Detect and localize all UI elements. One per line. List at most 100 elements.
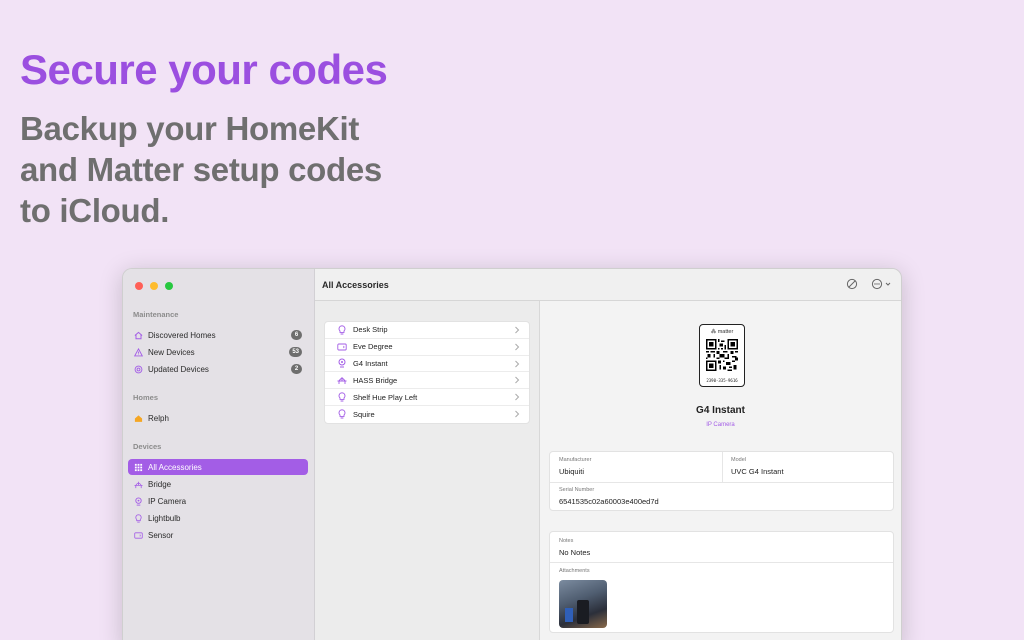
matter-logo-icon: ⁂ [710,329,718,335]
hero-title: Secure your codes [20,46,388,93]
divider [550,562,893,563]
sidebar-item-label: Updated Devices [148,364,209,374]
serial-number-value[interactable]: 6541535c02a60003e400ed7d [559,497,659,506]
count-badge: 2 [291,364,302,374]
notes-label: Notes [559,538,574,544]
device-info-card: Manufacturer Ubiquiti Model UVC G4 Insta… [549,451,894,511]
chevron-right-icon [515,326,520,334]
sidebar-item-label: Sensor [148,530,174,540]
sidebar-item-updated-devices[interactable]: Updated Devices 2 [128,361,308,377]
sensor-icon [134,531,143,540]
toolbar: All Accessories [315,269,901,301]
hero-subtitle-line: to iCloud. [20,192,170,229]
list-item-shelf-hue-play-left[interactable]: Shelf Hue Play Left [325,389,529,406]
lightbulb-icon [337,325,347,335]
list-item-hass-bridge[interactable]: HASS Bridge [325,372,529,390]
sidebar-item-new-devices[interactable]: New Devices 53 [128,344,308,360]
camera-icon [134,496,143,506]
sidebar-item-label: Lightbulb [148,513,181,523]
chevron-right-icon [515,343,520,351]
more-icon [871,278,891,290]
chevron-right-icon [515,393,520,401]
section-header-devices: Devices [133,442,162,451]
divider [550,482,893,483]
notes-value[interactable]: No Notes [559,548,590,557]
sidebar-item-relph[interactable]: Relph [128,410,308,426]
list-item-g4-instant[interactable]: G4 Instant [325,356,529,373]
hero-subtitle-line: Backup your HomeKit [20,110,360,147]
sidebar-item-ip-camera[interactable]: IP Camera [128,493,308,509]
model-value[interactable]: UVC G4 Instant [731,467,784,476]
sidebar-item-sensor[interactable]: Sensor [128,527,308,543]
grid-icon [134,463,143,472]
sidebar-item-discovered-homes[interactable]: Discovered Homes 6 [128,327,308,343]
zoom-window-button[interactable] [165,282,173,290]
warning-icon [134,347,143,357]
device-name: G4 Instant [696,405,745,416]
thumbnail-detail [565,608,573,622]
list-item-label: G4 Instant [353,358,388,368]
notes-card: Notes No Notes Attachments [549,531,894,633]
count-badge: 53 [289,347,302,357]
sidebar-item-label: Discovered Homes [148,330,216,340]
matter-brand-label: matter [717,329,734,335]
detail-pane: ⁂ matter 2390-335-9616 G4 Instant IP Cam… [540,301,901,640]
lightbulb-icon [337,409,347,419]
bridge-icon [134,480,143,489]
lightbulb-icon [134,513,143,523]
sidebar-item-bridge[interactable]: Bridge [128,476,308,492]
section-header-homes: Homes [133,393,159,402]
list-item-desk-strip[interactable]: Desk Strip [325,322,529,339]
chevron-right-icon [515,410,520,418]
attachment-thumbnail[interactable] [559,580,607,628]
manufacturer-label: Manufacturer [559,457,592,463]
sidebar-item-all-accessories[interactable]: All Accessories [128,459,308,475]
setup-code-number: 2390-335-9616 [706,378,738,383]
no-entry-icon [846,278,858,290]
device-type: IP Camera [706,422,735,428]
list-item-label: Shelf Hue Play Left [353,392,418,402]
refresh-icon [134,365,143,374]
close-window-button[interactable] [135,282,143,290]
sidebar-item-label: New Devices [148,347,195,357]
thumbnail-device [577,600,589,624]
model-label: Model [731,457,746,463]
hero-subtitle-line: and Matter setup codes [20,151,382,188]
sidebar-item-label: All Accessories [148,462,202,472]
divider [722,452,723,482]
lightbulb-icon [337,392,347,402]
bridge-icon [337,375,347,385]
filter-button[interactable] [846,278,858,290]
qr-code-icon [706,339,738,371]
sidebar-item-label: Relph [148,413,169,423]
setup-code-card[interactable]: ⁂ matter 2390-335-9616 [699,324,745,387]
window-controls [135,282,173,290]
list-item-label: Eve Degree [353,342,393,352]
accessory-list-pane: Desk Strip Eve Degree G4 Instant HASS Br… [315,301,540,640]
camera-icon [337,358,347,368]
sidebar-item-label: IP Camera [148,496,187,506]
list-item-label: Desk Strip [353,325,388,335]
sidebar: Maintenance Discovered Homes 6 New Devic… [123,269,315,640]
house-icon [134,331,143,340]
serial-number-label: Serial Number [559,487,595,493]
list-item-eve-degree[interactable]: Eve Degree [325,339,529,356]
manufacturer-value[interactable]: Ubiquiti [559,467,584,476]
accessory-list: Desk Strip Eve Degree G4 Instant HASS Br… [324,321,530,424]
list-item-label: HASS Bridge [353,375,398,385]
attachments-label: Attachments [559,568,590,574]
sidebar-item-lightbulb[interactable]: Lightbulb [128,510,308,526]
matter-logo: ⁂ matter [700,329,744,335]
app-window: Maintenance Discovered Homes 6 New Devic… [122,268,902,640]
toolbar-title: All Accessories [322,280,389,290]
chevron-right-icon [515,360,520,367]
count-badge: 6 [291,330,302,340]
more-options-button[interactable] [871,278,893,290]
list-item-label: Squire [353,409,375,419]
chevron-right-icon [515,377,520,384]
section-header-maintenance: Maintenance [133,310,179,319]
hero-subtitle: Backup your HomeKit and Matter setup cod… [20,108,440,231]
list-item-squire[interactable]: Squire [325,406,529,423]
sidebar-item-label: Bridge [148,479,172,489]
minimize-window-button[interactable] [150,282,158,290]
